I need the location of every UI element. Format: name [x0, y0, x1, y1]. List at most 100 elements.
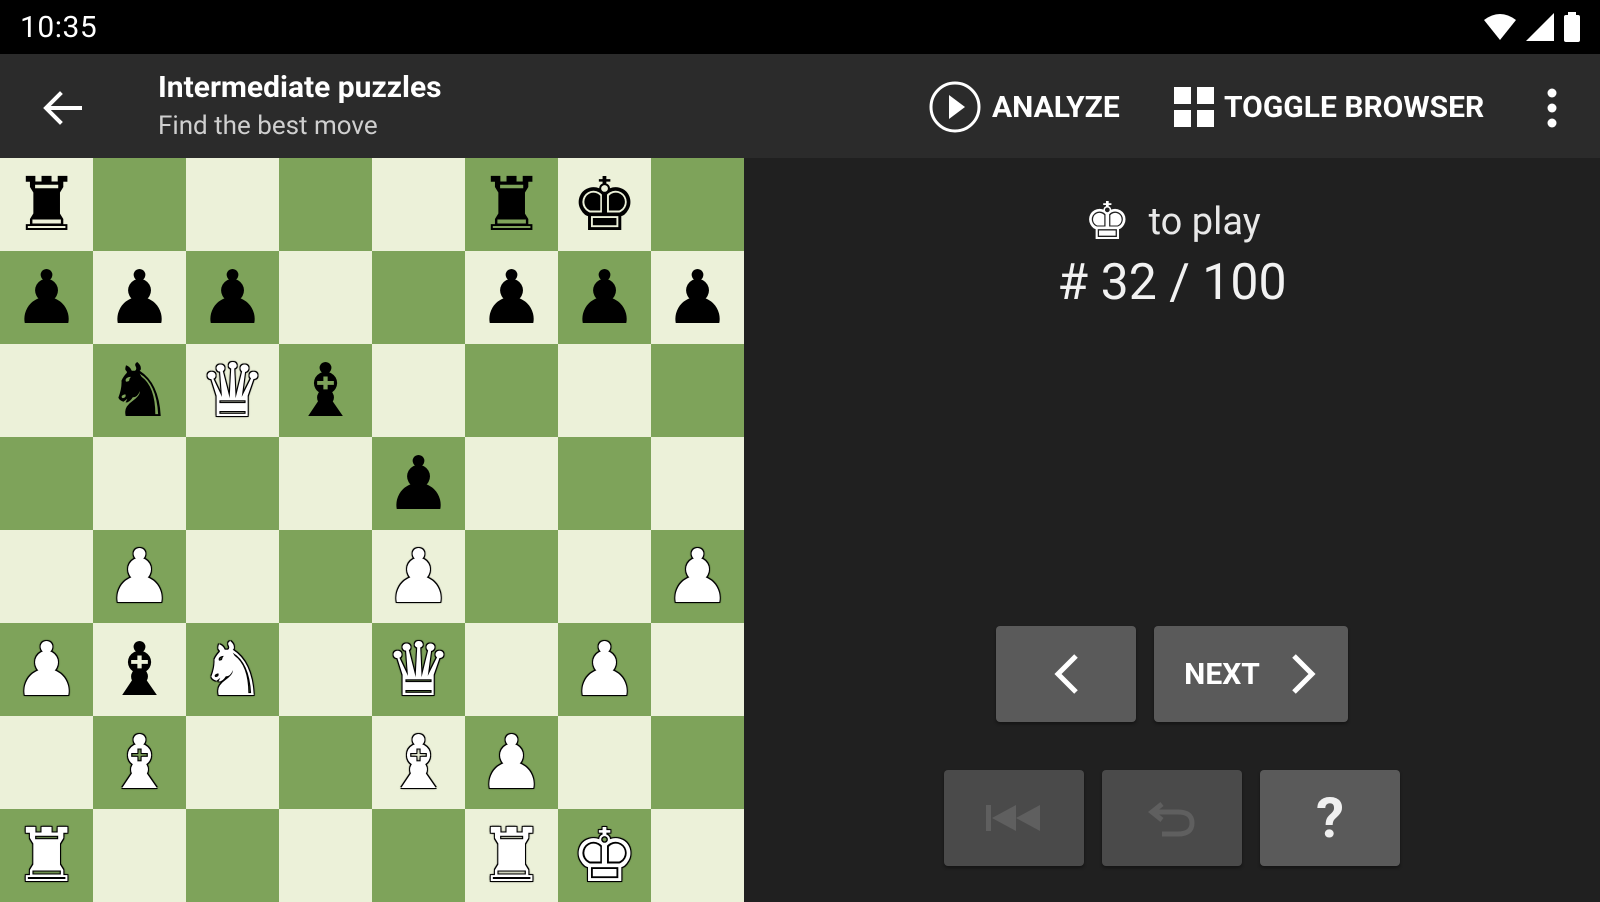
square-h8[interactable]	[651, 158, 744, 251]
square-b1[interactable]	[93, 809, 186, 902]
black-knight-icon[interactable]: ♞	[106, 354, 172, 428]
black-bishop-icon[interactable]: ♝	[292, 354, 358, 428]
square-a2[interactable]	[0, 716, 93, 809]
square-e4[interactable]: ♟	[372, 530, 465, 623]
square-g4[interactable]	[558, 530, 651, 623]
black-pawn-icon[interactable]: ♟	[664, 261, 730, 335]
black-pawn-icon[interactable]: ♟	[571, 261, 637, 335]
square-d4[interactable]	[279, 530, 372, 623]
analyze-button[interactable]: ANALYZE	[928, 78, 1120, 136]
black-king-icon[interactable]: ♚	[571, 168, 637, 242]
white-pawn-icon[interactable]: ♟	[385, 540, 451, 614]
square-e5[interactable]: ♟	[372, 437, 465, 530]
square-c1[interactable]	[186, 809, 279, 902]
square-h5[interactable]	[651, 437, 744, 530]
square-a3[interactable]: ♟	[0, 623, 93, 716]
square-h7[interactable]: ♟	[651, 251, 744, 344]
square-g6[interactable]	[558, 344, 651, 437]
square-b8[interactable]	[93, 158, 186, 251]
first-move-button[interactable]	[944, 770, 1084, 866]
retry-button[interactable]	[1102, 770, 1242, 866]
square-f2[interactable]: ♟	[465, 716, 558, 809]
square-f6[interactable]	[465, 344, 558, 437]
white-rook-icon[interactable]: ♜	[478, 819, 544, 893]
square-h1[interactable]	[651, 809, 744, 902]
square-d8[interactable]	[279, 158, 372, 251]
square-f7[interactable]: ♟	[465, 251, 558, 344]
overflow-menu-button[interactable]	[1534, 82, 1570, 134]
white-queen-icon[interactable]: ♛	[199, 354, 265, 428]
white-pawn-icon[interactable]: ♟	[106, 540, 172, 614]
square-g5[interactable]	[558, 437, 651, 530]
square-g8[interactable]: ♚	[558, 158, 651, 251]
toggle-browser-button[interactable]: TOGGLE BROWSER	[1174, 78, 1484, 136]
square-h4[interactable]: ♟	[651, 530, 744, 623]
square-c7[interactable]: ♟	[186, 251, 279, 344]
square-e1[interactable]	[372, 809, 465, 902]
square-f8[interactable]: ♜	[465, 158, 558, 251]
back-button[interactable]	[36, 82, 88, 134]
black-pawn-icon[interactable]: ♟	[478, 261, 544, 335]
square-d1[interactable]	[279, 809, 372, 902]
square-c5[interactable]	[186, 437, 279, 530]
hint-button[interactable]: ?	[1260, 770, 1400, 866]
next-puzzle-button[interactable]: NEXT	[1154, 626, 1348, 722]
square-d7[interactable]	[279, 251, 372, 344]
white-queen-icon[interactable]: ♛	[385, 633, 451, 707]
square-b6[interactable]: ♞	[93, 344, 186, 437]
square-d3[interactable]	[279, 623, 372, 716]
square-e3[interactable]: ♛	[372, 623, 465, 716]
white-bishop-icon[interactable]: ♝	[106, 726, 172, 800]
black-rook-icon[interactable]: ♜	[478, 168, 544, 242]
square-e2[interactable]: ♝	[372, 716, 465, 809]
white-bishop-icon[interactable]: ♝	[385, 726, 451, 800]
square-a8[interactable]: ♜	[0, 158, 93, 251]
square-f1[interactable]: ♜	[465, 809, 558, 902]
square-d5[interactable]	[279, 437, 372, 530]
black-pawn-icon[interactable]: ♟	[385, 447, 451, 521]
chess-board[interactable]: ♜ ♜ ♚ ♟ ♟ ♟ ♟ ♟ ♟ ♞ ♛ ♝ ♟ ♟ ♟ ♟ ♟ ♝ ♞ ♛ ♟ ♝ ♝ ♟ ♜ ♜ ♚	[0, 158, 744, 902]
square-a1[interactable]: ♜	[0, 809, 93, 902]
square-b7[interactable]: ♟	[93, 251, 186, 344]
square-b3[interactable]: ♝	[93, 623, 186, 716]
square-d6[interactable]: ♝	[279, 344, 372, 437]
white-rook-icon[interactable]: ♜	[13, 819, 79, 893]
square-a5[interactable]	[0, 437, 93, 530]
square-f3[interactable]	[465, 623, 558, 716]
square-f4[interactable]	[465, 530, 558, 623]
square-c3[interactable]: ♞	[186, 623, 279, 716]
white-pawn-icon[interactable]: ♟	[13, 633, 79, 707]
square-c2[interactable]	[186, 716, 279, 809]
black-pawn-icon[interactable]: ♟	[106, 261, 172, 335]
square-e8[interactable]	[372, 158, 465, 251]
white-knight-icon[interactable]: ♞	[199, 633, 265, 707]
square-g3[interactable]: ♟	[558, 623, 651, 716]
square-f5[interactable]	[465, 437, 558, 530]
black-rook-icon[interactable]: ♜	[13, 168, 79, 242]
square-g2[interactable]	[558, 716, 651, 809]
square-d2[interactable]	[279, 716, 372, 809]
square-c8[interactable]	[186, 158, 279, 251]
square-c4[interactable]	[186, 530, 279, 623]
square-g1[interactable]: ♚	[558, 809, 651, 902]
black-bishop-icon[interactable]: ♝	[106, 633, 172, 707]
square-c6[interactable]: ♛	[186, 344, 279, 437]
square-b5[interactable]	[93, 437, 186, 530]
square-a4[interactable]	[0, 530, 93, 623]
square-h3[interactable]	[651, 623, 744, 716]
square-h6[interactable]	[651, 344, 744, 437]
white-pawn-icon[interactable]: ♟	[571, 633, 637, 707]
black-pawn-icon[interactable]: ♟	[13, 261, 79, 335]
square-b2[interactable]: ♝	[93, 716, 186, 809]
square-a6[interactable]	[0, 344, 93, 437]
square-g7[interactable]: ♟	[558, 251, 651, 344]
white-pawn-icon[interactable]: ♟	[664, 540, 730, 614]
square-e7[interactable]	[372, 251, 465, 344]
square-e6[interactable]	[372, 344, 465, 437]
square-b4[interactable]: ♟	[93, 530, 186, 623]
white-pawn-icon[interactable]: ♟	[478, 726, 544, 800]
square-a7[interactable]: ♟	[0, 251, 93, 344]
black-pawn-icon[interactable]: ♟	[199, 261, 265, 335]
previous-puzzle-button[interactable]	[996, 626, 1136, 722]
square-h2[interactable]	[651, 716, 744, 809]
